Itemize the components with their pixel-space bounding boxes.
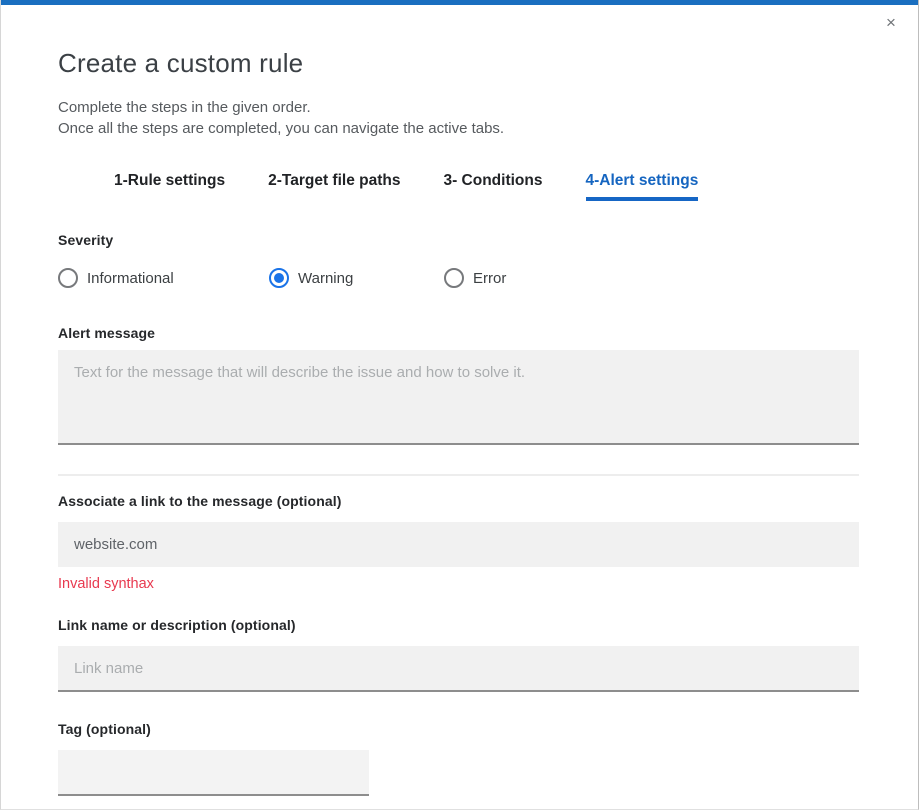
link-error-message: Invalid synthax xyxy=(58,576,859,592)
associate-link-input[interactable] xyxy=(58,522,859,567)
dialog-instructions: Complete the steps in the given order. O… xyxy=(58,97,859,139)
alert-message-label: Alert message xyxy=(58,325,859,341)
radio-error-label: Error xyxy=(473,270,506,287)
link-name-input[interactable] xyxy=(58,646,859,692)
link-name-label: Link name or description (optional) xyxy=(58,617,859,633)
severity-label: Severity xyxy=(58,232,859,248)
severity-radio-group: Informational Warning Error xyxy=(58,268,859,288)
tab-target-file-paths[interactable]: 2-Target file paths xyxy=(268,172,400,201)
radio-circle-icon[interactable] xyxy=(444,268,464,288)
instructions-line-1: Complete the steps in the given order. xyxy=(58,97,859,118)
radio-circle-selected-icon[interactable] xyxy=(269,268,289,288)
radio-informational[interactable]: Informational xyxy=(58,268,269,288)
radio-warning-label: Warning xyxy=(298,270,353,287)
radio-informational-label: Informational xyxy=(87,270,174,287)
tab-conditions[interactable]: 3- Conditions xyxy=(443,172,542,201)
tab-alert-settings[interactable]: 4-Alert settings xyxy=(586,172,699,201)
section-divider xyxy=(58,474,859,476)
tag-label: Tag (optional) xyxy=(58,721,859,737)
radio-warning[interactable]: Warning xyxy=(269,268,444,288)
radio-circle-icon[interactable] xyxy=(58,268,78,288)
tag-input[interactable] xyxy=(58,750,369,796)
close-icon[interactable]: × xyxy=(880,12,902,34)
step-tabs: 1-Rule settings 2-Target file paths 3- C… xyxy=(114,172,859,201)
instructions-line-2: Once all the steps are completed, you ca… xyxy=(58,118,859,139)
alert-message-textarea[interactable] xyxy=(58,350,859,445)
tab-rule-settings[interactable]: 1-Rule settings xyxy=(114,172,225,201)
radio-error[interactable]: Error xyxy=(444,268,506,288)
page-title: Create a custom rule xyxy=(58,48,859,79)
associate-link-label: Associate a link to the message (optiona… xyxy=(58,493,859,509)
dialog-top-accent-bar xyxy=(1,0,918,5)
dialog-content: Create a custom rule Complete the steps … xyxy=(1,48,918,796)
create-custom-rule-dialog: × Create a custom rule Complete the step… xyxy=(0,0,919,810)
